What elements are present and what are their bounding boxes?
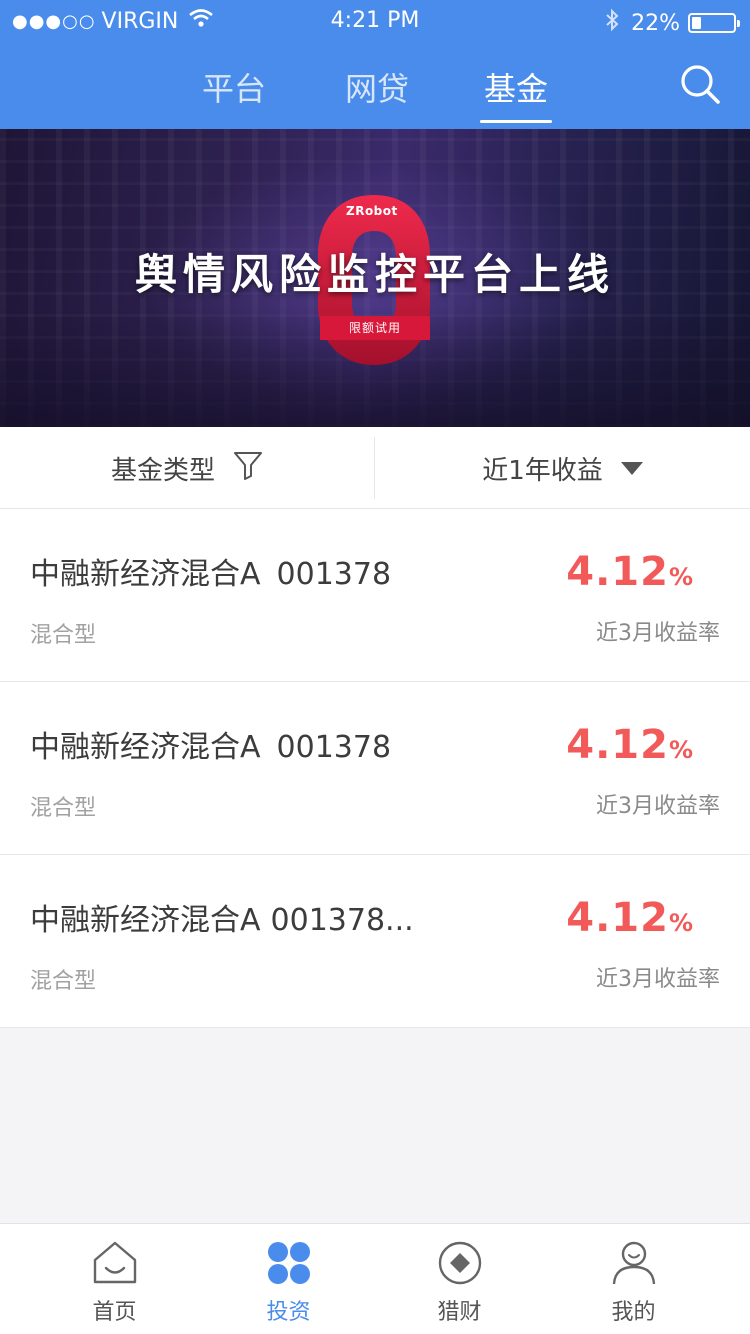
status-right: 22%: [605, 8, 740, 38]
fund-code: 001378...: [270, 903, 414, 938]
bluetooth-icon: [605, 8, 619, 38]
tabbar-label: 首页: [92, 1300, 137, 1325]
return-label: 近3月收益率: [596, 967, 720, 992]
sort-dropdown[interactable]: 近1年收益: [375, 427, 750, 509]
fund-return: 4.12%: [566, 549, 694, 595]
search-icon[interactable]: [678, 62, 722, 106]
banner-trial-button[interactable]: 限额试用: [320, 316, 430, 340]
tabbar-home[interactable]: 首页: [21, 1224, 208, 1334]
return-label: 近3月收益率: [596, 621, 720, 646]
return-value: 4.12: [566, 549, 669, 595]
tabbar-me[interactable]: 我的: [540, 1224, 727, 1334]
fund-name-text: 中融新经济混合A: [30, 903, 261, 938]
battery-percent: 22%: [631, 10, 680, 36]
tabbar-hunt[interactable]: 猎财: [366, 1224, 553, 1334]
filter-funnel-icon: [233, 450, 263, 487]
return-unit: %: [668, 563, 694, 591]
fund-type-label: 基金类型: [110, 455, 215, 486]
fund-name: 中融新经济混合A 001378: [30, 549, 391, 593]
tab-p2p[interactable]: 网贷: [327, 64, 427, 110]
active-tab-indicator: [480, 120, 552, 123]
tab-platform[interactable]: 平台: [184, 64, 284, 110]
fund-code: 001378: [276, 730, 392, 765]
fund-name-text: 中融新经济混合A: [30, 730, 261, 765]
tabbar-label: 猎财: [437, 1300, 482, 1325]
home-icon: [93, 1241, 137, 1284]
fund-type: 混合型: [30, 796, 97, 821]
tab-label: 基金: [483, 70, 548, 108]
fund-row[interactable]: 中融新经济混合A 001378 混合型 4.12% 近3月收益率: [0, 509, 750, 682]
fund-row[interactable]: 中融新经济混合A 001378 混合型 4.12% 近3月收益率: [0, 682, 750, 855]
top-tabs: 平台 网贷 基金: [0, 56, 750, 123]
tab-label: 平台: [201, 70, 266, 108]
tabbar-label: 投资: [266, 1300, 311, 1325]
user-icon: [612, 1241, 656, 1285]
bottom-tab-bar: 首页 投资 猎财 我的: [0, 1223, 750, 1334]
fund-name: 中融新经济混合A 001378: [30, 722, 391, 766]
fund-code: 001378: [276, 557, 392, 592]
battery-icon: [688, 13, 740, 33]
tabbar-invest[interactable]: 投资: [195, 1224, 382, 1334]
return-value: 4.12: [566, 722, 669, 768]
tab-fund[interactable]: 基金: [466, 64, 566, 123]
fund-type: 混合型: [30, 623, 97, 648]
invest-icon: [268, 1242, 310, 1284]
fund-type-filter[interactable]: 基金类型: [0, 427, 374, 509]
fund-row[interactable]: 中融新经济混合A 001378... 混合型 4.12% 近3月收益率: [0, 855, 750, 1028]
return-unit: %: [668, 909, 694, 937]
filter-bar: 基金类型 近1年收益: [0, 427, 750, 509]
fund-return: 4.12%: [566, 895, 694, 941]
promo-banner[interactable]: ZRobot 舆情风险监控平台上线 限额试用: [0, 129, 750, 427]
app-header: ●●●○○ VIRGIN 4:21 PM 22% 平台 网贷 基金: [0, 0, 750, 129]
tab-label: 网贷: [344, 70, 409, 108]
banner-brand: ZRobot: [346, 204, 398, 218]
return-value: 4.12: [566, 895, 669, 941]
fund-list: 中融新经济混合A 001378 混合型 4.12% 近3月收益率 中融新经济混合A…: [0, 509, 750, 1028]
sort-label: 近1年收益: [482, 455, 603, 486]
fund-name: 中融新经济混合A 001378...: [30, 895, 414, 939]
hunt-icon: [438, 1241, 482, 1285]
fund-type: 混合型: [30, 969, 97, 994]
tabbar-label: 我的: [611, 1300, 656, 1325]
status-bar: ●●●○○ VIRGIN 4:21 PM 22%: [0, 0, 750, 42]
fund-name-text: 中融新经济混合A: [30, 557, 261, 592]
banner-headline: 舆情风险监控平台上线: [134, 250, 615, 299]
caret-down-icon: [620, 453, 643, 483]
return-unit: %: [668, 736, 694, 764]
return-label: 近3月收益率: [596, 794, 720, 819]
fund-return: 4.12%: [566, 722, 694, 768]
